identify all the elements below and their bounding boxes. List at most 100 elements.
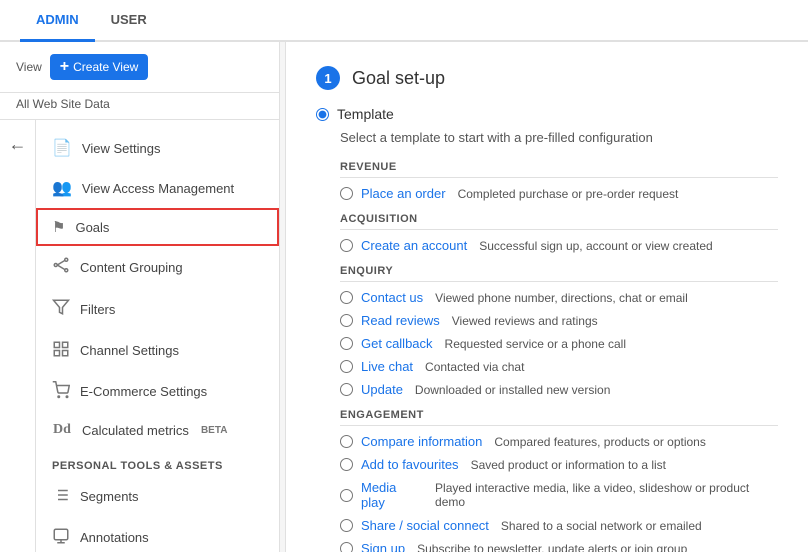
goal-live-chat: Live chat Contacted via chat [340,359,778,374]
goal-create-account: Create an account Successful sign up, ac… [340,238,778,253]
goal-sign-up: Sign up Subscribe to newsletter, update … [340,541,778,552]
goal-name[interactable]: Read reviews [361,313,440,328]
doc-icon: 📄 [52,138,72,158]
sidebar-item-view-access-management[interactable]: 👥 View Access Management [36,168,279,208]
category-label-revenue: REVENUE [340,161,778,178]
goal-desc: Contacted via chat [425,360,524,374]
goal-media-play: Media play Played interactive media, lik… [340,480,778,510]
sidebar-item-label: Segments [80,489,139,504]
category-engagement: ENGAGEMENT Compare information Compared … [340,409,778,552]
goal-sign-up-radio[interactable] [340,542,353,552]
goal-desc: Viewed phone number, directions, chat or… [435,291,688,305]
goal-desc: Compared features, products or options [494,435,705,449]
sidebar-item-label: Content Grouping [80,260,183,275]
category-acquisition: ACQUISITION Create an account Successful… [340,213,778,253]
goal-name[interactable]: Contact us [361,290,423,305]
sidebar-item-label: E-Commerce Settings [80,384,207,399]
goal-update-radio[interactable] [340,383,353,396]
sidebar-item-annotations[interactable]: Annotations [36,517,279,552]
step-circle: 1 [316,66,340,90]
template-desc: Select a template to start with a pre-fi… [340,130,778,145]
hierarchy-icon [52,256,70,278]
goal-name[interactable]: Compare information [361,434,482,449]
sidebar-item-label: View Settings [82,141,161,156]
goal-compare-information-radio[interactable] [340,435,353,448]
goal-desc: Viewed reviews and ratings [452,314,598,328]
view-label: View [16,60,42,74]
personal-section-label: PERSONAL TOOLS & ASSETS [36,448,279,476]
beta-badge: BETA [201,425,227,436]
category-label-engagement: ENGAGEMENT [340,409,778,426]
goal-get-callback-radio[interactable] [340,337,353,350]
goal-media-play-radio[interactable] [340,489,353,502]
cart-icon [52,381,70,402]
sidebar-item-goals[interactable]: ⚑ Goals [36,208,279,246]
goal-name[interactable]: Live chat [361,359,413,374]
filter-icon [52,298,70,320]
tab-user[interactable]: USER [95,0,163,40]
goal-contact-us: Contact us Viewed phone number, directio… [340,290,778,305]
grid-icon [52,340,70,361]
goal-name[interactable]: Media play [361,480,423,510]
goal-name[interactable]: Get callback [361,336,433,351]
goal-contact-us-radio[interactable] [340,291,353,304]
template-label[interactable]: Template [337,106,394,122]
sidebar-item-label: Goals [75,220,109,235]
goal-name[interactable]: Create an account [361,238,467,253]
people-icon: 👥 [52,178,72,198]
sidebar-item-view-settings[interactable]: 📄 View Settings [36,128,279,168]
template-radio[interactable] [316,108,329,121]
dd-icon: Dd [52,422,72,438]
tab-admin[interactable]: ADMIN [20,0,95,42]
goal-desc: Shared to a social network or emailed [501,519,702,533]
category-enquiry: ENQUIRY Contact us Viewed phone number, … [340,265,778,397]
goal-share-social: Share / social connect Shared to a socia… [340,518,778,533]
goal-live-chat-radio[interactable] [340,360,353,373]
goal-read-reviews: Read reviews Viewed reviews and ratings [340,313,778,328]
sidebar-item-segments[interactable]: Segments [36,476,279,517]
goal-desc: Subscribe to newsletter, update alerts o… [417,542,687,552]
goal-name[interactable]: Sign up [361,541,405,552]
goal-name[interactable]: Share / social connect [361,518,489,533]
create-view-button[interactable]: + Create View [50,54,149,80]
segments-icon [52,486,70,507]
goal-name[interactable]: Add to favourites [361,457,459,472]
goal-desc: Successful sign up, account or view crea… [479,239,712,253]
annotations-icon [52,527,70,548]
back-button[interactable]: ← [9,134,27,155]
sidebar-item-label: View Access Management [82,181,234,196]
sidebar-item-calculated-metrics[interactable]: Dd Calculated metrics BETA [36,412,279,448]
goal-add-to-favourites: Add to favourites Saved product or infor… [340,457,778,472]
goal-desc: Requested service or a phone call [445,337,626,351]
category-label-enquiry: ENQUIRY [340,265,778,282]
category-revenue: REVENUE Place an order Completed purchas… [340,161,778,201]
top-nav: ADMIN USER [0,0,808,42]
goal-add-to-favourites-radio[interactable] [340,458,353,471]
goal-name[interactable]: Place an order [361,186,446,201]
sidebar-item-label: Calculated metrics [82,423,189,438]
goal-place-order-radio[interactable] [340,187,353,200]
sidebar-item-label: Filters [80,302,115,317]
goal-desc: Downloaded or installed new version [415,383,610,397]
goal-share-social-radio[interactable] [340,519,353,532]
goal-name[interactable]: Update [361,382,403,397]
sidebar-item-label: Channel Settings [80,343,179,358]
goal-update: Update Downloaded or installed new versi… [340,382,778,397]
sidebar-item-ecommerce-settings[interactable]: E-Commerce Settings [36,371,279,412]
goal-read-reviews-radio[interactable] [340,314,353,327]
sidebar-item-channel-settings[interactable]: Channel Settings [36,330,279,371]
goal-place-order: Place an order Completed purchase or pre… [340,186,778,201]
sidebar-item-content-grouping[interactable]: Content Grouping [36,246,279,288]
category-label-acquisition: ACQUISITION [340,213,778,230]
flag-icon: ⚑ [52,218,65,236]
site-name: All Web Site Data [0,93,279,120]
goal-desc: Saved product or information to a list [471,458,666,472]
step-title: Goal set-up [352,68,445,89]
sidebar-item-filters[interactable]: Filters [36,288,279,330]
goal-create-account-radio[interactable] [340,239,353,252]
goal-desc: Played interactive media, like a video, … [435,481,778,509]
main-content: 1 Goal set-up Template Select a template… [286,42,808,552]
goal-desc: Completed purchase or pre-order request [458,187,679,201]
goal-compare-information: Compare information Compared features, p… [340,434,778,449]
sidebar-item-label: Annotations [80,530,149,545]
